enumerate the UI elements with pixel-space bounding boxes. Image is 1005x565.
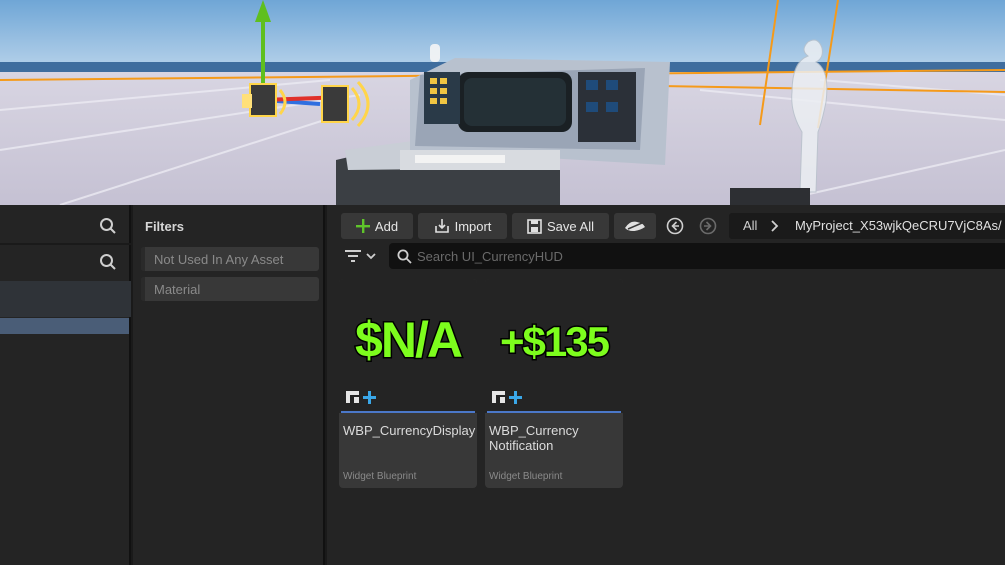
forward-arrow-icon[interactable] [699,217,717,235]
search-icon [397,249,412,264]
viewport-scene[interactable] [0,0,1005,205]
widget-blueprint-icon [346,391,376,404]
save-all-button[interactable]: Save All [512,213,609,239]
thumbnail-text: +$135 [499,318,612,365]
asset-name: WBP_Currency Notification [489,423,579,453]
add-button[interactable]: Add [341,213,413,239]
filter-chip-label: Material [154,282,201,297]
asset-type-color-bar [341,411,475,413]
add-button-label: Add [374,218,399,234]
asset-thumbnail: +$135 [485,279,623,413]
filters-title: Filters [145,219,185,234]
tree-row-hovered[interactable] [0,281,131,317]
back-arrow-icon[interactable] [666,217,684,235]
breadcrumb-all[interactable]: All [743,218,757,233]
asset-view-panel: Add Import Save All All MyProject_X53wjk… [327,205,1005,565]
asset-type: Widget Blueprint [489,471,563,482]
asset-type-color-bar [487,411,621,413]
filter-chip-toggle[interactable] [141,247,145,271]
tree-row-selected[interactable] [0,318,129,334]
asset-search-input[interactable] [417,243,997,269]
breadcrumb-project[interactable]: MyProject_X53wjkQeCRU7VjC8As/ [795,218,1002,233]
filter-chip-not-used[interactable]: Not Used In Any Asset [141,247,319,271]
filters-panel: Filters Not Used In Any Asset Material [133,205,325,565]
source-control-icon [625,221,645,231]
search-icon[interactable] [99,253,117,271]
widget-blueprint-icon [492,391,522,404]
sources-panel [0,205,131,565]
save-all-button-label: Save All [547,218,594,234]
content-browser: Filters Not Used In Any Asset Material A… [0,205,1005,565]
asset-type: Widget Blueprint [343,471,417,482]
filter-icon [345,250,376,262]
asset-tile[interactable]: +$135 WBP_Currency Notification Widget B… [485,279,623,488]
import-button[interactable]: Import [418,213,507,239]
filter-chip-label: Not Used In Any Asset [154,252,284,267]
search-icon[interactable] [99,217,117,235]
import-button-label: Import [454,218,492,234]
source-control-button[interactable] [614,213,656,239]
sources-search-row[interactable] [0,209,131,243]
level-viewport[interactable] [0,0,1005,205]
filter-chip-toggle[interactable] [141,277,145,301]
asset-thumbnail: $N/A [339,279,477,413]
filter-dropdown-button[interactable] [341,245,381,267]
chevron-right-icon[interactable] [771,220,779,232]
collections-search-row[interactable] [0,245,131,279]
breadcrumb: All MyProject_X53wjkQeCRU7VjC8As/ [729,213,1005,239]
asset-search-box[interactable] [389,243,1005,269]
filter-chip-material[interactable]: Material [141,277,319,301]
save-icon [527,218,542,234]
asset-name: WBP_CurrencyDisplay [343,423,476,438]
asset-tile[interactable]: $N/A WBP_CurrencyDisplay Widget Blueprin… [339,279,477,488]
import-icon [434,219,449,233]
plus-icon [355,219,370,233]
thumbnail-text: $N/A [354,312,465,368]
